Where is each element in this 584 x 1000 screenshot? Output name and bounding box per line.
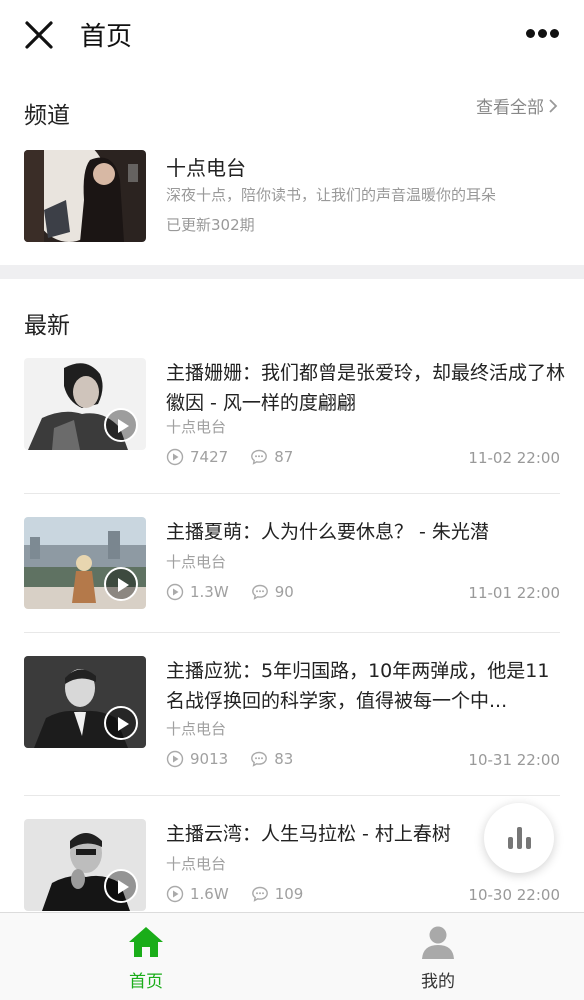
comment-count: 90: [274, 583, 294, 601]
audio-player-button[interactable]: [484, 803, 554, 873]
list-item[interactable]: 主播夏萌：人为什么要休息？ - 朱光潜 十点电台 1.3W 90 11-01 2…: [24, 517, 560, 633]
comment-count: 87: [274, 448, 294, 466]
page-title: 首页: [80, 22, 133, 52]
home-icon: [129, 927, 163, 957]
episode-stats: 7427 87: [166, 448, 293, 466]
play-icon[interactable]: [104, 408, 138, 442]
episode-title: 主播夏萌：人为什么要休息？ - 朱光潜: [166, 521, 489, 543]
episode-source: 十点电台: [166, 418, 227, 436]
comment-icon: [251, 584, 268, 600]
comment-icon: [251, 449, 268, 465]
play-icon[interactable]: [104, 869, 138, 903]
section-divider: [0, 265, 584, 279]
episode-cover-image: [24, 819, 146, 911]
play-icon[interactable]: [104, 706, 138, 740]
play-count-icon: [166, 885, 184, 903]
title-bar: 首页: [0, 0, 584, 68]
play-count: 7427: [190, 448, 229, 466]
close-icon[interactable]: [22, 18, 56, 52]
episode-date: 10-31 22:00: [468, 751, 560, 769]
list-item[interactable]: 主播应犹：5年归国路，10年两弹成，他是11名战俘换回的科学家，值得被每一个中.…: [24, 656, 560, 796]
channel-name: 十点电台: [166, 156, 246, 180]
episode-stats: 1.3W 90: [166, 583, 294, 601]
episode-cover-image: [24, 656, 146, 748]
play-count-icon: [166, 750, 184, 768]
channel-cover-image: [24, 150, 146, 242]
play-count: 9013: [190, 750, 229, 768]
bottom-nav: 首页 我的: [0, 912, 584, 1000]
nav-label-home: 首页: [129, 972, 163, 992]
episode-date: 11-02 22:00: [468, 449, 560, 467]
episode-title: 主播姗姗：我们都曾是张爱玲，却最终活成了林徽因 - 风一样的度翩翩: [166, 362, 566, 414]
episode-source: 十点电台: [166, 855, 227, 873]
chevron-right-icon: [549, 98, 558, 113]
nav-item-mine[interactable]: 我的: [378, 925, 498, 992]
comment-icon: [251, 886, 268, 902]
list-item[interactable]: 主播云湾：人生马拉松 - 村上春树 十点电台 1.6W 109 10-30 22…: [24, 819, 560, 912]
episode-stats: 1.6W 109: [166, 885, 303, 903]
play-icon[interactable]: [104, 567, 138, 601]
comment-count: 109: [274, 885, 304, 903]
play-count-icon: [166, 448, 184, 466]
play-count-icon: [166, 583, 184, 601]
nav-label-mine: 我的: [421, 972, 455, 992]
play-count: 1.6W: [190, 885, 229, 903]
episode-date: 11-01 22:00: [468, 584, 560, 602]
row-divider: [24, 795, 560, 796]
latest-section-title: 最新: [24, 313, 70, 339]
play-count: 1.3W: [190, 583, 229, 601]
audio-bar: [517, 827, 522, 849]
row-divider: [24, 493, 560, 494]
episode-stats: 9013 83: [166, 750, 293, 768]
episode-date: 10-30 22:00: [468, 886, 560, 904]
row-divider: [24, 632, 560, 633]
more-options-icon[interactable]: [526, 29, 560, 39]
user-icon: [422, 926, 454, 959]
audio-bars-icon: [508, 837, 513, 849]
nav-item-home[interactable]: 首页: [86, 925, 206, 992]
episode-source: 十点电台: [166, 720, 227, 738]
list-item[interactable]: 主播姗姗：我们都曾是张爱玲，却最终活成了林徽因 - 风一样的度翩翩 十点电台 7…: [24, 358, 565, 494]
episode-cover-image: [24, 517, 146, 609]
channel-card[interactable]: 十点电台 深夜十点，陪你读书，让我们的声音温暖你的耳朵 已更新302期: [24, 150, 560, 242]
see-all-label: 查看全部: [476, 98, 544, 118]
episode-title: 主播应犹：5年归国路，10年两弹成，他是11名战俘换回的科学家，值得被每一个中.…: [166, 660, 550, 712]
see-all-link[interactable]: 查看全部: [476, 93, 558, 118]
comment-icon: [251, 751, 268, 767]
channel-update-count: 已更新302期: [166, 216, 255, 234]
channel-description: 深夜十点，陪你读书，让我们的声音温暖你的耳朵: [166, 186, 497, 204]
comment-count: 83: [274, 750, 294, 768]
channel-section-title: 频道: [24, 103, 70, 129]
audio-bar: [526, 837, 531, 849]
episode-source: 十点电台: [166, 553, 227, 571]
episode-cover-image: [24, 358, 146, 450]
